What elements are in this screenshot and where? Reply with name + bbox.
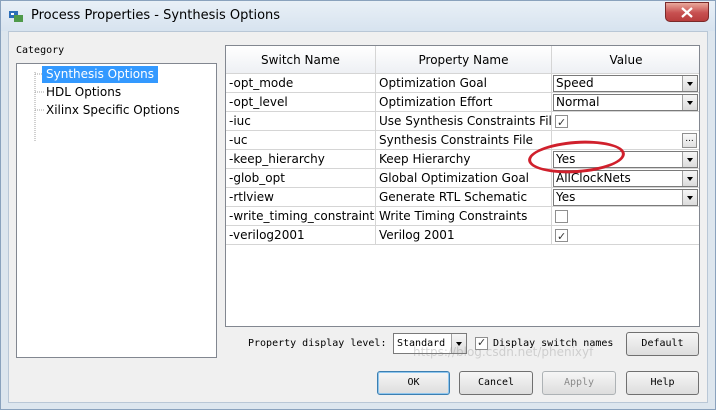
column-header-value[interactable]: Value [552,46,699,74]
tree-item-hdl-options[interactable]: HDL Options [42,84,125,101]
value-cell: Normal [552,93,699,112]
write-timing-constraints-checkbox[interactable] [555,210,568,223]
table-row[interactable]: -keep_hierarchy Keep Hierarchy Yes [226,150,699,169]
switch-name-cell: -rtlview [226,188,376,207]
switch-name-cell: -uc [226,131,376,150]
iuc-checkbox[interactable] [555,114,568,130]
table-row[interactable]: -write_timing_constraints Write Timing C… [226,207,699,226]
switch-name-cell: -iuc [226,112,376,131]
window-title: Process Properties - Synthesis Options [31,8,281,23]
title-bar[interactable]: Process Properties - Synthesis Options [1,1,715,31]
switch-name-cell: -glob_opt [226,169,376,188]
property-name-cell: Synthesis Constraints File [376,131,552,150]
display-switch-names-checkbox[interactable] [475,336,488,350]
category-label: Category [16,45,65,56]
dropdown-value: Speed [556,76,594,90]
property-name-cell: Keep Hierarchy [376,150,552,169]
table-row[interactable]: -uc Synthesis Constraints File ... [226,131,699,150]
tree-item-xilinx-specific-options[interactable]: Xilinx Specific Options [42,102,184,119]
column-header-switch-name[interactable]: Switch Name [226,46,376,74]
dropdown-arrow-icon[interactable] [682,171,697,186]
table-row[interactable]: -opt_level Optimization Effort Normal [226,93,699,112]
value-cell: Yes [552,150,699,169]
keep-hierarchy-dropdown[interactable]: Yes [553,151,698,168]
switch-name-cell: -verilog2001 [226,226,376,245]
display-switch-names-label[interactable]: Display switch names [493,338,613,349]
table-row[interactable]: -verilog2001 Verilog 2001 [226,226,699,245]
apply-button[interactable]: Apply [542,371,616,395]
opt-mode-dropdown[interactable]: Speed [553,75,698,92]
browse-button[interactable]: ... [682,133,697,148]
property-display-level-label: Property display level: [248,338,387,349]
table-row[interactable]: -rtlview Generate RTL Schematic Yes [226,188,699,207]
process-properties-dialog: Process Properties - Synthesis Options C… [0,0,716,410]
switch-name-cell: -opt_mode [226,74,376,93]
dropdown-value: Normal [556,95,600,109]
dropdown-value: AllClockNets [556,171,631,185]
dropdown-value: Yes [556,190,576,204]
cancel-button[interactable]: Cancel [459,371,533,395]
table-row[interactable]: -opt_mode Optimization Goal Speed [226,74,699,93]
table-row[interactable]: -glob_opt Global Optimization Goal AllCl… [226,169,699,188]
property-display-level-dropdown[interactable]: Standard [393,333,467,354]
value-cell [552,226,699,245]
property-name-cell: Optimization Goal [376,74,552,93]
column-header-property-name[interactable]: Property Name [376,46,552,74]
property-name-cell: Optimization Effort [376,93,552,112]
value-cell[interactable]: ... [552,131,699,150]
dropdown-arrow-icon[interactable] [451,334,466,353]
dropdown-value: Yes [556,152,576,166]
property-name-cell: Use Synthesis Constraints File [376,112,552,131]
default-button[interactable]: Default [626,332,699,356]
rtlview-dropdown[interactable]: Yes [553,189,698,206]
close-button[interactable] [665,2,709,22]
dropdown-arrow-icon[interactable] [682,152,697,167]
property-name-cell: Global Optimization Goal [376,169,552,188]
value-cell [552,207,699,226]
help-button[interactable]: Help [626,371,699,395]
table-row[interactable]: -iuc Use Synthesis Constraints File [226,112,699,131]
verilog2001-checkbox[interactable] [555,228,568,244]
switch-name-cell: -write_timing_constraints [226,207,376,226]
category-tree[interactable]: Synthesis Options HDL Options Xilinx Spe… [16,63,217,358]
dropdown-arrow-icon[interactable] [682,95,697,110]
property-name-cell: Generate RTL Schematic [376,188,552,207]
dropdown-value: Standard [397,338,446,349]
opt-level-dropdown[interactable]: Normal [553,94,698,111]
dropdown-arrow-icon[interactable] [682,190,697,205]
value-cell: Yes [552,188,699,207]
properties-grid: Switch Name Property Name Value -opt_mod… [225,45,700,327]
dialog-body: Category Synthesis Options HDL Options X… [8,31,708,403]
tree-item-synthesis-options[interactable]: Synthesis Options [42,66,158,83]
value-cell [552,112,699,131]
dropdown-arrow-icon[interactable] [682,76,697,91]
property-name-cell: Verilog 2001 [376,226,552,245]
switch-name-cell: -opt_level [226,93,376,112]
ok-button[interactable]: OK [377,371,450,395]
close-icon [681,7,693,18]
property-name-cell: Write Timing Constraints [376,207,552,226]
glob-opt-dropdown[interactable]: AllClockNets [553,170,698,187]
value-cell: AllClockNets [552,169,699,188]
switch-name-cell: -keep_hierarchy [226,150,376,169]
app-icon [9,11,23,22]
value-cell: Speed [552,74,699,93]
